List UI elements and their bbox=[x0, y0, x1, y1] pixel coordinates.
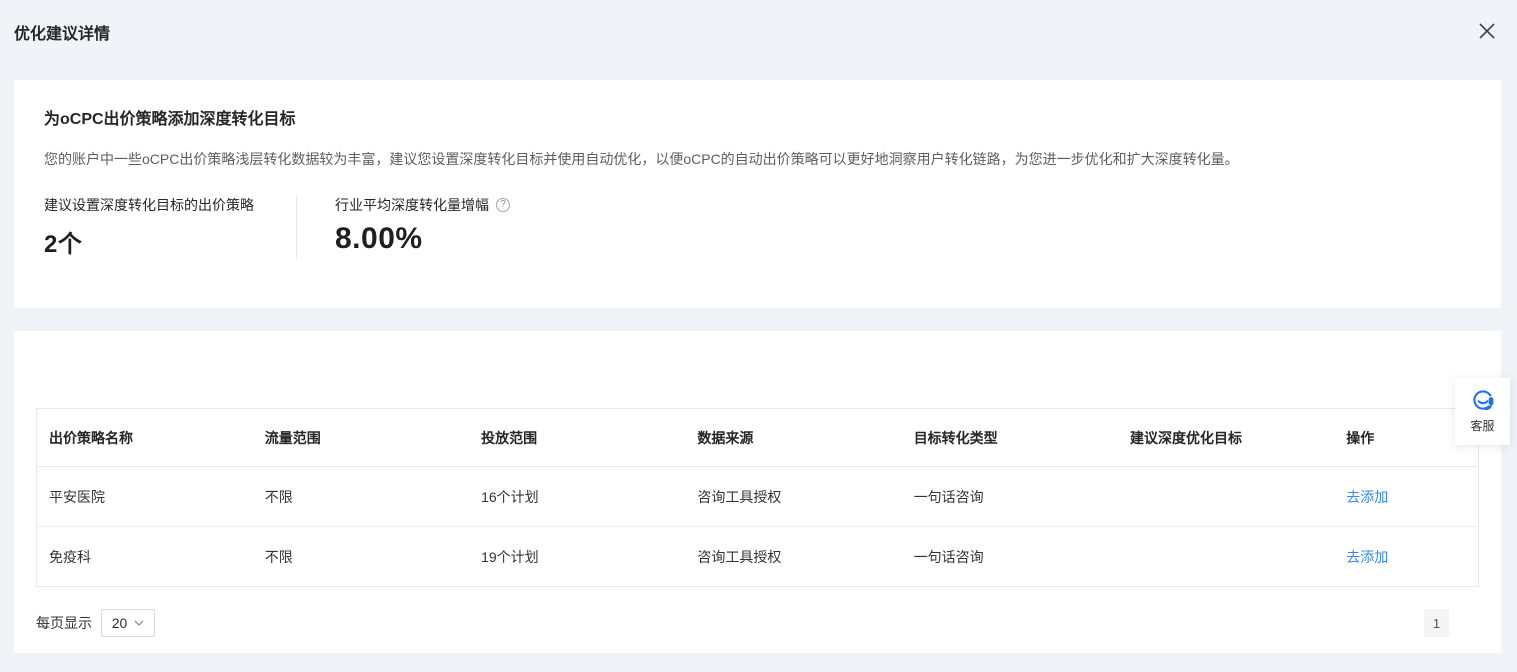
col-traffic-range: 流量范围 bbox=[253, 409, 469, 467]
table-row: 平安医院 不限 16个计划 咨询工具授权 一句话咨询 去添加 bbox=[37, 467, 1479, 527]
stat-industry-lift-label: 行业平均深度转化量增幅 ? bbox=[335, 195, 510, 215]
strategy-table: 出价策略名称 流量范围 投放范围 数据来源 目标转化类型 建议深度优化目标 操作… bbox=[36, 408, 1479, 587]
per-page-label: 每页显示 bbox=[36, 613, 92, 633]
stat-strategy-count-value: 2个 bbox=[44, 224, 296, 259]
per-page-value: 20 bbox=[112, 615, 128, 631]
cell-delivery-range: 19个计划 bbox=[469, 527, 685, 587]
page-title: 优化建议详情 bbox=[14, 25, 1503, 44]
customer-service-widget[interactable]: 客服 bbox=[1455, 378, 1510, 445]
page-number-button[interactable]: 1 bbox=[1424, 609, 1449, 637]
cell-suggested-deep-target bbox=[1118, 527, 1334, 587]
col-suggested-deep-target: 建议深度优化目标 bbox=[1118, 409, 1334, 467]
per-page-control: 每页显示 20 bbox=[36, 609, 155, 637]
suggestion-title: 为oCPC出价策略添加深度转化目标 bbox=[44, 109, 1471, 131]
cell-data-source: 咨询工具授权 bbox=[685, 467, 901, 527]
table-row: 免疫科 不限 19个计划 咨询工具授权 一句话咨询 去添加 bbox=[37, 527, 1479, 587]
headset-icon bbox=[1470, 389, 1496, 413]
col-data-source: 数据来源 bbox=[685, 409, 901, 467]
suggestion-card: 为oCPC出价策略添加深度转化目标 您的账户中一些oCPC出价策略浅层转化数据较… bbox=[14, 80, 1501, 308]
help-icon[interactable]: ? bbox=[496, 198, 510, 212]
stat-industry-lift: 行业平均深度转化量增幅 ? 8.00% bbox=[297, 194, 510, 259]
go-add-link[interactable]: 去添加 bbox=[1346, 549, 1388, 565]
col-target-conv-type: 目标转化类型 bbox=[902, 409, 1118, 467]
cell-strategy-name: 平安医院 bbox=[37, 467, 253, 527]
stat-strategy-count: 建议设置深度转化目标的出价策略 2个 bbox=[44, 194, 296, 259]
stat-industry-lift-value: 8.00% bbox=[335, 222, 510, 256]
go-add-link[interactable]: 去添加 bbox=[1346, 489, 1388, 505]
stats-row: 建议设置深度转化目标的出价策略 2个 行业平均深度转化量增幅 ? 8.00% bbox=[44, 194, 1471, 259]
cell-delivery-range: 16个计划 bbox=[469, 467, 685, 527]
close-icon bbox=[1476, 20, 1498, 47]
customer-service-label: 客服 bbox=[1470, 417, 1494, 434]
table-header-row: 出价策略名称 流量范围 投放范围 数据来源 目标转化类型 建议深度优化目标 操作 bbox=[37, 409, 1479, 467]
cell-target-conv-type: 一句话咨询 bbox=[902, 527, 1118, 587]
suggestion-description: 您的账户中一些oCPC出价策略浅层转化数据较为丰富，建议您设置深度转化目标并使用… bbox=[44, 149, 1471, 169]
dialog-header: 优化建议详情 bbox=[0, 0, 1517, 80]
chevron-down-icon bbox=[134, 620, 144, 626]
cell-data-source: 咨询工具授权 bbox=[685, 527, 901, 587]
col-strategy-name: 出价策略名称 bbox=[37, 409, 253, 467]
col-delivery-range: 投放范围 bbox=[469, 409, 685, 467]
stat-industry-lift-label-text: 行业平均深度转化量增幅 bbox=[335, 195, 489, 215]
cell-traffic-range: 不限 bbox=[253, 527, 469, 587]
cell-target-conv-type: 一句话咨询 bbox=[902, 467, 1118, 527]
strategy-table-card: 出价策略名称 流量范围 投放范围 数据来源 目标转化类型 建议深度优化目标 操作… bbox=[14, 331, 1501, 653]
stat-strategy-count-label: 建议设置深度转化目标的出价策略 bbox=[44, 195, 296, 215]
close-button[interactable] bbox=[1476, 22, 1498, 44]
cell-traffic-range: 不限 bbox=[253, 467, 469, 527]
pagination: 每页显示 20 1 bbox=[36, 609, 1479, 637]
cell-strategy-name: 免疫科 bbox=[37, 527, 253, 587]
per-page-select[interactable]: 20 bbox=[101, 609, 155, 637]
cell-suggested-deep-target bbox=[1118, 467, 1334, 527]
